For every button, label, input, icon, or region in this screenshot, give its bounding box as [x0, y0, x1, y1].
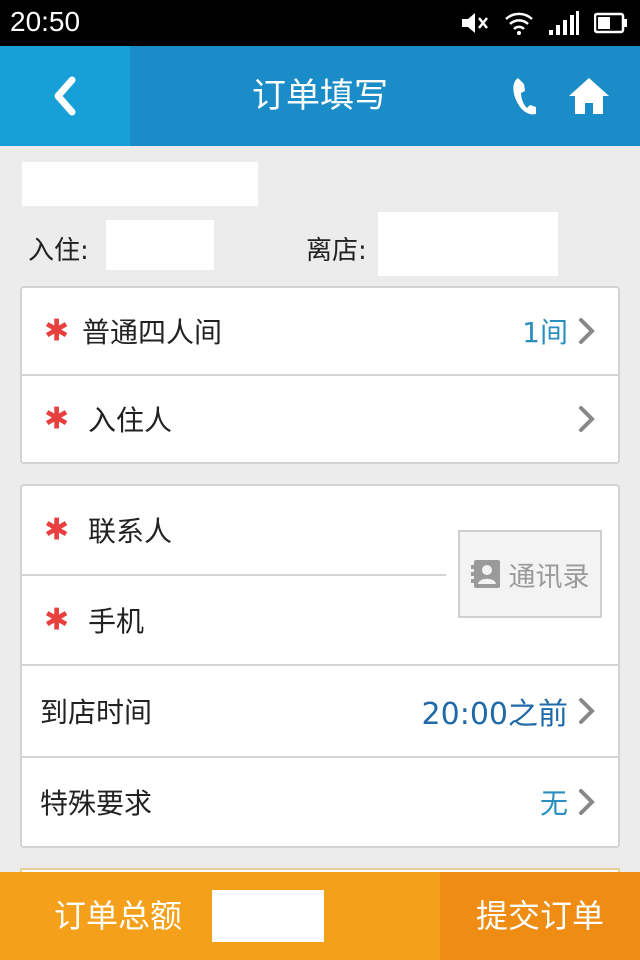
address-book-label: 通讯录	[508, 561, 590, 593]
phone-label: 手机	[88, 605, 145, 638]
bottom-bar: 订单总额 提交订单	[0, 872, 640, 960]
home-icon	[569, 78, 609, 114]
checkin-label: 入住:	[28, 236, 89, 266]
contact-card: ✱ 联系人 ✱ 手机 通讯录 到店时间 20:00之前 特殊要求 无	[20, 484, 620, 848]
special-request-value: 无	[539, 787, 568, 820]
wifi-icon	[505, 12, 533, 35]
chevron-right-icon	[579, 406, 595, 432]
guest-label: 入住人	[88, 404, 173, 437]
chevron-right-icon	[579, 318, 595, 344]
special-request-row[interactable]: 特殊要求 无	[22, 758, 618, 846]
volume-muted-icon	[462, 13, 488, 33]
back-button[interactable]	[0, 46, 130, 146]
phone-row[interactable]: ✱ 手机	[22, 576, 442, 664]
contact-book-icon	[470, 560, 500, 588]
chevron-right-icon	[579, 698, 595, 724]
status-icons	[460, 8, 628, 38]
checkout-label: 离店:	[306, 236, 367, 266]
phone-button[interactable]	[506, 74, 546, 118]
room-count-value: 1间	[522, 316, 568, 349]
home-button[interactable]	[566, 74, 612, 118]
status-bar: 20:50	[0, 0, 640, 46]
required-star-icon: ✱	[44, 401, 70, 437]
required-star-icon: ✱	[44, 313, 70, 349]
hotel-name-field	[22, 162, 258, 206]
special-request-label: 特殊要求	[40, 787, 153, 820]
room-type-label: 普通四人间	[82, 316, 223, 349]
order-total-value	[212, 890, 324, 942]
signal-icon	[549, 11, 579, 35]
chevron-left-icon	[54, 76, 76, 116]
arrival-time-row[interactable]: 到店时间 20:00之前	[22, 666, 618, 756]
room-card: ✱ 普通四人间 1间 ✱ 入住人	[20, 286, 620, 464]
nav-bar: 订单填写	[0, 46, 640, 146]
arrival-label: 到店时间	[40, 696, 153, 729]
address-book-button[interactable]: 通讯录	[458, 530, 602, 618]
chevron-right-icon	[579, 789, 595, 815]
guest-row[interactable]: ✱ 入住人	[22, 376, 618, 462]
status-time: 20:50	[10, 6, 81, 37]
required-star-icon: ✱	[44, 602, 70, 638]
order-total-label: 订单总额	[54, 897, 183, 935]
battery-icon	[594, 12, 627, 34]
checkin-date-field	[106, 220, 214, 270]
room-type-row[interactable]: ✱ 普通四人间 1间	[22, 288, 618, 374]
submit-order-button[interactable]: 提交订单	[440, 872, 640, 960]
contact-name-row[interactable]: ✱ 联系人	[22, 486, 442, 574]
arrival-value: 20:00之前	[421, 697, 568, 732]
required-star-icon: ✱	[44, 512, 70, 548]
checkout-date-field	[378, 212, 558, 276]
contact-label: 联系人	[88, 515, 173, 548]
phone-icon	[513, 78, 536, 115]
